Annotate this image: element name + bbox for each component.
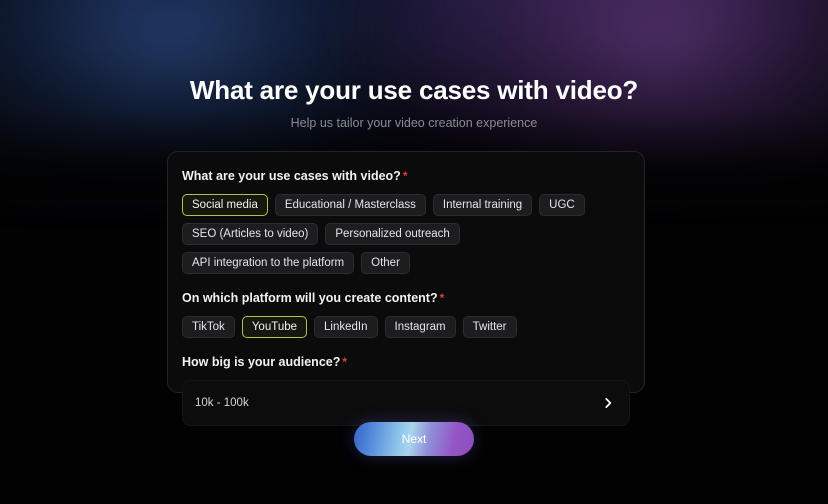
chip-seo-articles-to-video[interactable]: SEO (Articles to video)	[182, 223, 319, 245]
chip-personalized-outreach[interactable]: Personalized outreach	[325, 223, 460, 245]
audience-label: How big is your audience? *	[182, 354, 630, 370]
chip-internal-training[interactable]: Internal training	[432, 194, 533, 216]
chip-other[interactable]: Other	[361, 252, 410, 274]
chip-linkedin[interactable]: LinkedIn	[314, 316, 378, 338]
chip-youtube[interactable]: YouTube	[241, 316, 308, 338]
audience-selected-value: 10k - 100k	[195, 397, 249, 409]
required-asterisk-audience: *	[342, 355, 348, 369]
platform-chip-row: TikTok YouTube LinkedIn Instagram Twitte…	[182, 316, 630, 338]
field-audience: How big is your audience? * 10k - 100k	[182, 354, 630, 426]
chip-api-integration[interactable]: API integration to the platform	[182, 252, 355, 274]
audience-select[interactable]: 10k - 100k	[182, 380, 630, 426]
use-cases-chip-row-2: SEO (Articles to video) Personalized out…	[182, 223, 630, 274]
page-title: What are your use cases with video?	[189, 75, 639, 105]
onboarding-form-card: What are your use cases with video? * Soc…	[167, 151, 645, 426]
platform-label: On which platform will you create conten…	[182, 290, 630, 306]
footer-actions: Next	[0, 422, 828, 456]
platform-label-text: On which platform will you create conten…	[182, 291, 438, 305]
next-button[interactable]: Next	[354, 422, 474, 456]
audience-label-text: How big is your audience?	[182, 355, 341, 369]
required-asterisk: *	[402, 169, 408, 183]
chip-social-media[interactable]: Social media	[182, 194, 268, 216]
chip-instagram[interactable]: Instagram	[384, 316, 456, 338]
page-subtitle: Help us tailor your video creation exper…	[290, 116, 538, 130]
use-cases-label: What are your use cases with video? *	[182, 168, 630, 184]
page-header: What are your use cases with video? Help…	[0, 74, 828, 131]
field-platform: On which platform will you create conten…	[182, 290, 630, 338]
chip-educational-masterclass[interactable]: Educational / Masterclass	[274, 194, 426, 216]
chip-twitter[interactable]: Twitter	[462, 316, 517, 338]
required-asterisk-platform: *	[439, 291, 445, 305]
chip-ugc[interactable]: UGC	[539, 194, 585, 216]
onboarding-screen: What are your use cases with video? Help…	[0, 0, 828, 504]
chip-tiktok[interactable]: TikTok	[182, 316, 235, 338]
use-cases-chip-row-1: Social media Educational / Masterclass I…	[182, 194, 630, 216]
use-cases-label-text: What are your use cases with video?	[182, 169, 401, 183]
chevron-right-icon	[601, 396, 615, 410]
field-use-cases: What are your use cases with video? * Soc…	[182, 168, 630, 274]
